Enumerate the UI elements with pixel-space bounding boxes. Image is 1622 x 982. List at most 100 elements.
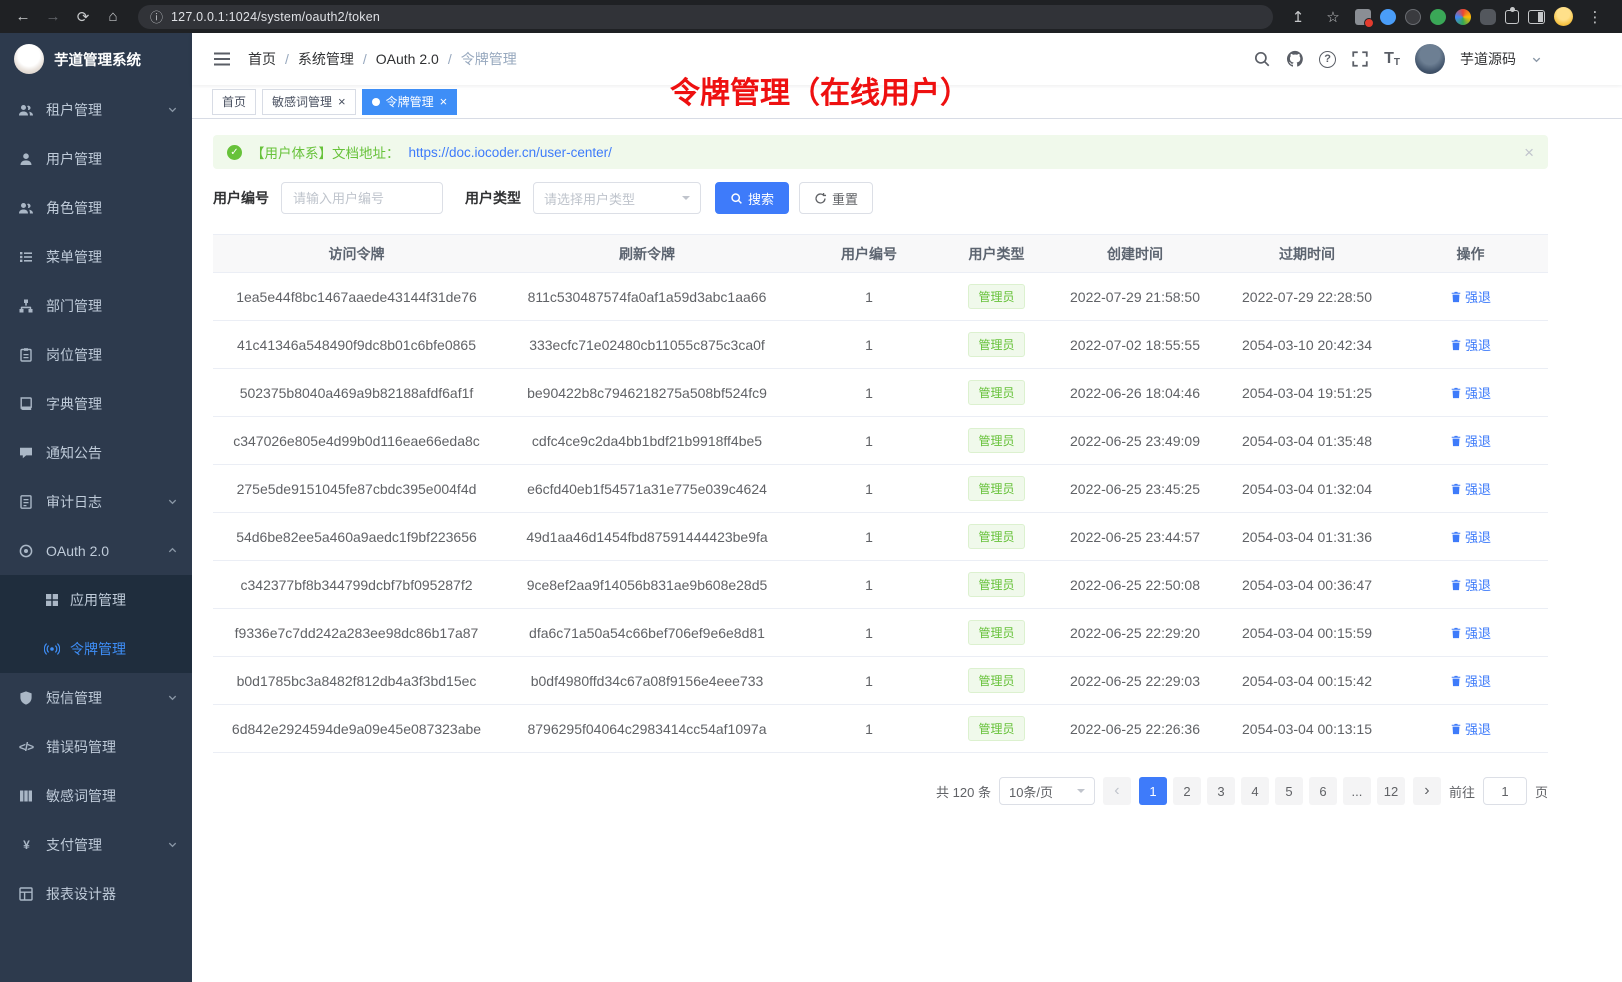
expire-time-cell: 2054-03-04 00:15:42 bbox=[1221, 657, 1393, 705]
help-icon[interactable] bbox=[1319, 51, 1336, 68]
sidebar-item[interactable]: 短信管理 bbox=[0, 673, 192, 722]
extensions-puzzle-icon[interactable] bbox=[1505, 10, 1519, 24]
create-time-cell: 2022-06-26 18:04:46 bbox=[1049, 369, 1221, 417]
share-icon[interactable]: ↥ bbox=[1285, 4, 1311, 30]
page-button[interactable]: 6 bbox=[1309, 777, 1337, 805]
browser-actions: ↥ ☆ ⋮ bbox=[1285, 4, 1612, 30]
force-logout-button[interactable]: 强退 bbox=[1450, 719, 1491, 738]
breadcrumb-item[interactable]: 系统管理 bbox=[298, 49, 354, 69]
sidebar-item[interactable]: 报表设计器 bbox=[0, 869, 192, 918]
columns-icon bbox=[18, 788, 34, 804]
code-icon: </> bbox=[18, 739, 34, 755]
force-logout-button[interactable]: 强退 bbox=[1450, 575, 1491, 594]
font-size-icon[interactable] bbox=[1384, 50, 1400, 68]
force-logout-button[interactable]: 强退 bbox=[1450, 623, 1491, 642]
breadcrumb-item[interactable]: 首页 bbox=[248, 49, 276, 69]
sidebar-item[interactable]: 用户管理 bbox=[0, 134, 192, 183]
expire-time-cell: 2054-03-04 01:32:04 bbox=[1221, 465, 1393, 513]
sidebar-item[interactable]: 部门管理 bbox=[0, 281, 192, 330]
expire-time-cell: 2022-07-29 22:28:50 bbox=[1221, 273, 1393, 321]
app-logo[interactable]: 芋道管理系统 bbox=[0, 33, 192, 85]
tab-0[interactable]: 首页 bbox=[212, 89, 256, 115]
force-logout-button[interactable]: 强退 bbox=[1450, 527, 1491, 546]
tab-1[interactable]: 敏感词管理× bbox=[262, 89, 356, 115]
force-logout-button[interactable]: 强退 bbox=[1450, 431, 1491, 450]
doc-link[interactable]: https://doc.iocoder.cn/user-center/ bbox=[409, 145, 612, 160]
sidebar-item[interactable]: 通知公告 bbox=[0, 428, 192, 477]
browser-profile-avatar[interactable] bbox=[1554, 7, 1573, 26]
sidebar-item[interactable]: 敏感词管理 bbox=[0, 771, 192, 820]
sidebar-item[interactable]: 审计日志 bbox=[0, 477, 192, 526]
user-name[interactable]: 芋道源码 bbox=[1460, 49, 1516, 69]
bookmark-star-icon[interactable]: ☆ bbox=[1320, 4, 1346, 30]
refresh-token-cell: be90422b8c7946218275a508bf524fc9 bbox=[500, 369, 794, 417]
refresh-token-cell: e6cfd40eb1f54571a31e775e039c4624 bbox=[500, 465, 794, 513]
page-button[interactable]: 5 bbox=[1275, 777, 1303, 805]
goto-page-input[interactable] bbox=[1483, 777, 1527, 805]
extension-icon[interactable] bbox=[1430, 9, 1446, 25]
browser-menu-icon[interactable]: ⋮ bbox=[1582, 4, 1608, 30]
sidebar-subitem[interactable]: 应用管理 bbox=[0, 575, 192, 624]
page-button[interactable]: 3 bbox=[1207, 777, 1235, 805]
sidebar-subitem[interactable]: 令牌管理 bbox=[0, 624, 192, 673]
sidebar-item[interactable]: 租户管理 bbox=[0, 85, 192, 134]
github-icon[interactable] bbox=[1286, 50, 1304, 68]
extension-icon[interactable] bbox=[1480, 9, 1496, 25]
page-button[interactable]: 4 bbox=[1241, 777, 1269, 805]
force-logout-button[interactable]: 强退 bbox=[1450, 479, 1491, 498]
site-info-icon[interactable]: ⓘ bbox=[150, 7, 163, 26]
sidebar-item[interactable]: 菜单管理 bbox=[0, 232, 192, 281]
extension-icon[interactable] bbox=[1355, 9, 1371, 25]
sidebar-item[interactable]: OAuth 2.0 bbox=[0, 526, 192, 575]
extension-icon[interactable] bbox=[1455, 9, 1471, 25]
force-logout-button[interactable]: 强退 bbox=[1450, 287, 1491, 306]
collapse-sidebar-icon[interactable] bbox=[212, 49, 232, 69]
sidebar-item[interactable]: 岗位管理 bbox=[0, 330, 192, 379]
next-page-button[interactable]: › bbox=[1413, 777, 1441, 805]
close-tab-icon[interactable]: × bbox=[338, 95, 346, 108]
fullscreen-icon[interactable] bbox=[1351, 50, 1369, 68]
sidebar-item[interactable]: </>错误码管理 bbox=[0, 722, 192, 771]
force-logout-button[interactable]: 强退 bbox=[1450, 335, 1491, 354]
url-bar[interactable]: ⓘ 127.0.0.1:1024/system/oauth2/token bbox=[138, 5, 1273, 29]
page-ellipsis[interactable]: ... bbox=[1343, 777, 1371, 805]
browser-back-icon[interactable]: ← bbox=[10, 4, 36, 30]
expire-time-cell: 2054-03-04 19:51:25 bbox=[1221, 369, 1393, 417]
user-id-input[interactable] bbox=[281, 182, 443, 214]
breadcrumb-item[interactable]: OAuth 2.0 bbox=[376, 51, 439, 67]
browser-home-icon[interactable]: ⌂ bbox=[100, 4, 126, 30]
trash-icon bbox=[1450, 387, 1462, 399]
user-type-select[interactable]: 请选择用户类型 bbox=[533, 182, 701, 214]
tab-2[interactable]: 令牌管理× bbox=[362, 89, 458, 115]
force-logout-button[interactable]: 强退 bbox=[1450, 671, 1491, 690]
action-cell: 强退 bbox=[1393, 273, 1548, 321]
chevron-down-icon[interactable] bbox=[1531, 54, 1542, 65]
sidebar-item[interactable]: ¥支付管理 bbox=[0, 820, 192, 869]
extension-icon[interactable] bbox=[1405, 9, 1421, 25]
expire-time-cell: 2054-03-04 01:31:36 bbox=[1221, 513, 1393, 561]
browser-reload-icon[interactable]: ⟳ bbox=[70, 4, 96, 30]
sidebar-item[interactable]: 字典管理 bbox=[0, 379, 192, 428]
page-button[interactable]: 1 bbox=[1139, 777, 1167, 805]
prev-page-button[interactable]: ‹ bbox=[1103, 777, 1131, 805]
browser-toolbar: ← → ⟳ ⌂ ⓘ 127.0.0.1:1024/system/oauth2/t… bbox=[0, 0, 1622, 33]
refresh-token-cell: dfa6c71a50a54c66bef706ef9e6e8d81 bbox=[500, 609, 794, 657]
search-button[interactable]: 搜索 bbox=[715, 182, 789, 214]
close-tab-icon[interactable]: × bbox=[440, 95, 448, 108]
extension-icon[interactable] bbox=[1380, 9, 1396, 25]
browser-forward-icon[interactable]: → bbox=[40, 4, 66, 30]
user-id-label: 用户编号 bbox=[213, 188, 269, 208]
side-panel-icon[interactable] bbox=[1528, 10, 1545, 24]
breadcrumb-item[interactable]: 令牌管理 bbox=[461, 49, 517, 69]
page-button[interactable]: 12 bbox=[1377, 777, 1405, 805]
user-avatar[interactable] bbox=[1415, 44, 1445, 74]
search-icon[interactable] bbox=[1253, 50, 1271, 68]
alert-close-icon[interactable] bbox=[1524, 144, 1534, 161]
action-cell: 强退 bbox=[1393, 657, 1548, 705]
reset-button[interactable]: 重置 bbox=[799, 182, 873, 214]
page-size-select[interactable]: 10条/页 bbox=[999, 777, 1095, 805]
page-button[interactable]: 2 bbox=[1173, 777, 1201, 805]
force-logout-button[interactable]: 强退 bbox=[1450, 383, 1491, 402]
app-title: 芋道管理系统 bbox=[54, 49, 141, 70]
sidebar-item[interactable]: 角色管理 bbox=[0, 183, 192, 232]
